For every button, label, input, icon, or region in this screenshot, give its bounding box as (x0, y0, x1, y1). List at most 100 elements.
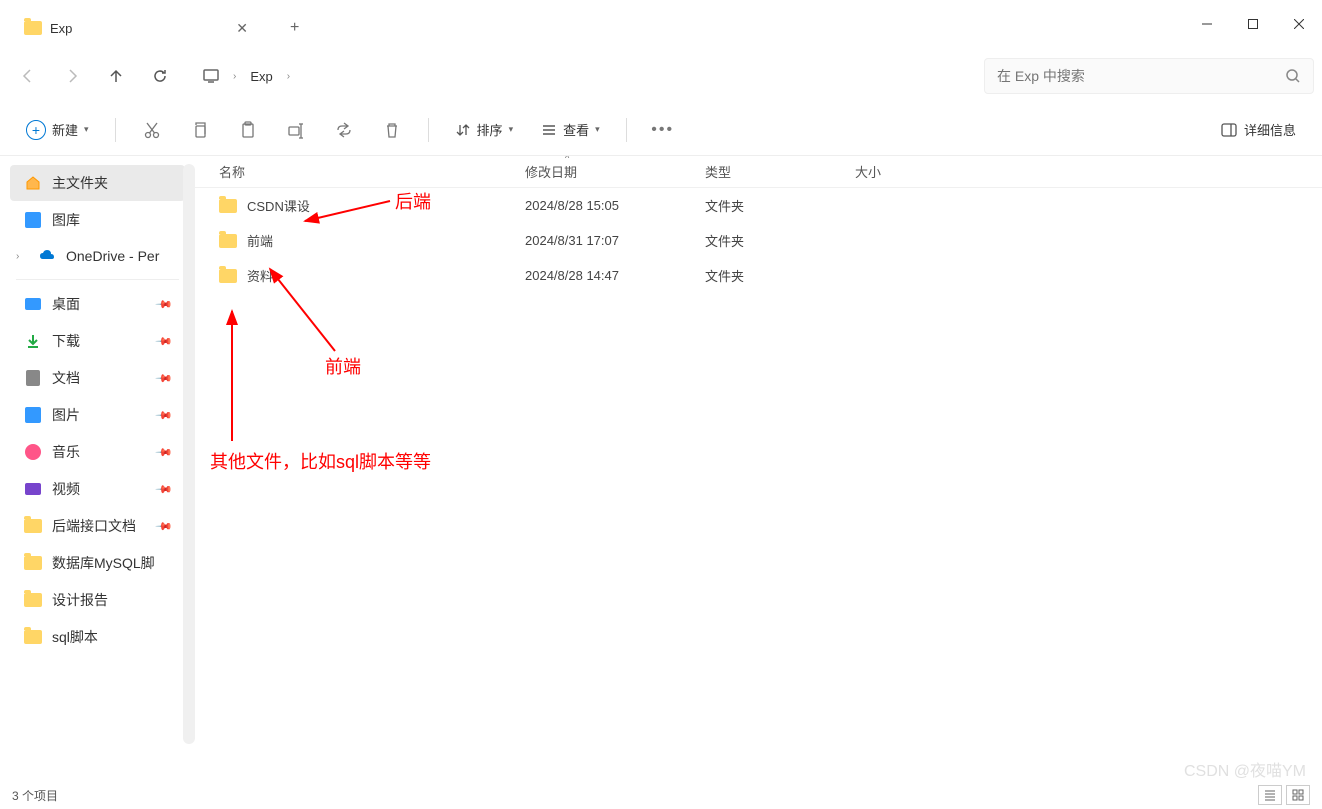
sidebar-label: 图片 (52, 405, 147, 425)
sidebar-item-documents[interactable]: 文档 📌 (10, 360, 185, 396)
chevron-right-icon[interactable]: › (229, 71, 240, 82)
share-button[interactable] (324, 112, 364, 148)
sidebar-item-folder4[interactable]: sql脚本 (10, 619, 185, 655)
sidebar-item-videos[interactable]: 视频 📌 (10, 471, 185, 507)
file-row[interactable]: 前端 2024/8/31 17:07 文件夹 (195, 223, 1322, 258)
file-row[interactable]: 资料 2024/8/28 14:47 文件夹 (195, 258, 1322, 293)
pin-icon: 📌 (155, 332, 174, 351)
chevron-right-icon[interactable]: › (283, 71, 294, 82)
maximize-button[interactable] (1230, 8, 1276, 40)
chevron-right-icon[interactable]: › (16, 251, 28, 262)
file-row[interactable]: CSDN课设 2024/8/28 15:05 文件夹 (195, 188, 1322, 223)
gallery-icon (24, 211, 42, 229)
minimize-button[interactable] (1184, 8, 1230, 40)
file-name: 前端 (247, 231, 273, 250)
sidebar-item-downloads[interactable]: 下载 📌 (10, 323, 185, 359)
sort-button[interactable]: 排序 ▾ (445, 114, 524, 145)
breadcrumb-item[interactable]: Exp (244, 65, 278, 88)
sidebar-item-gallery[interactable]: 图库 (10, 202, 185, 238)
sidebar-item-home[interactable]: 主文件夹 (10, 165, 185, 201)
file-date: 2024/8/28 15:05 (525, 198, 705, 213)
search-icon (1285, 68, 1301, 84)
column-date[interactable]: 修改日期 (525, 162, 705, 181)
sidebar-item-music[interactable]: 音乐 📌 (10, 434, 185, 470)
scrollbar[interactable] (183, 164, 195, 744)
sort-icon (455, 122, 471, 138)
folder-icon (219, 234, 237, 248)
grid-view-toggle[interactable] (1286, 785, 1310, 805)
up-button[interactable] (96, 56, 136, 96)
search-box[interactable] (984, 58, 1314, 94)
folder-icon (24, 554, 42, 572)
rename-button[interactable] (276, 112, 316, 148)
folder-icon (24, 517, 42, 535)
sidebar-label: 后端接口文档 (52, 516, 147, 536)
column-headers: 名称 修改日期 类型 大小 (195, 156, 1322, 188)
add-tab-button[interactable]: + (280, 13, 309, 43)
new-label: 新建 (52, 120, 78, 139)
sidebar-label: 桌面 (52, 294, 147, 314)
cut-button[interactable] (132, 112, 172, 148)
folder-icon (24, 591, 42, 609)
divider (115, 118, 116, 142)
details-icon (1220, 121, 1238, 139)
column-type[interactable]: 类型 (705, 162, 855, 181)
statusbar: 3 个项目 (0, 781, 1322, 809)
sidebar-label: 视频 (52, 479, 147, 499)
column-size[interactable]: 大小 (855, 162, 1322, 181)
pictures-icon (24, 406, 42, 424)
new-button[interactable]: + 新建 ▾ (16, 114, 99, 146)
file-type: 文件夹 (705, 196, 855, 215)
more-button[interactable]: ••• (643, 112, 683, 148)
arrow-icon (217, 306, 247, 446)
forward-button[interactable] (52, 56, 92, 96)
delete-button[interactable] (372, 112, 412, 148)
sidebar-item-folder2[interactable]: 数据库MySQL脚 (10, 545, 185, 581)
list-view-toggle[interactable] (1258, 785, 1282, 805)
pin-icon: 📌 (155, 443, 174, 462)
folder-icon (219, 269, 237, 283)
main-area: 主文件夹 图库 › OneDrive - Per 桌面 📌 下载 📌 (0, 156, 1322, 781)
sidebar-label: 音乐 (52, 442, 147, 462)
refresh-button[interactable] (140, 56, 180, 96)
sidebar-item-pictures[interactable]: 图片 📌 (10, 397, 185, 433)
navbar: › Exp › (0, 48, 1322, 104)
document-icon (24, 369, 42, 387)
back-button[interactable] (8, 56, 48, 96)
sidebar-item-folder1[interactable]: 后端接口文档 📌 (10, 508, 185, 544)
pin-icon: 📌 (155, 480, 174, 499)
tab-exp[interactable]: Exp ✕ (8, 10, 268, 46)
column-name[interactable]: 名称 (195, 162, 525, 181)
details-panel-button[interactable]: 详细信息 (1210, 114, 1306, 145)
sidebar-item-onedrive[interactable]: › OneDrive - Per (10, 239, 185, 273)
file-type: 文件夹 (705, 231, 855, 250)
folder-icon (24, 628, 42, 646)
search-input[interactable] (997, 68, 1285, 84)
folder-icon (24, 21, 42, 35)
details-label: 详细信息 (1244, 120, 1296, 139)
desktop-icon (24, 295, 42, 313)
sidebar-label: 下载 (52, 331, 147, 351)
sort-label: 排序 (477, 120, 503, 139)
annotation-frontend: 前端 (325, 353, 361, 379)
breadcrumb[interactable]: › Exp › (192, 58, 972, 94)
sidebar-item-folder3[interactable]: 设计报告 (10, 582, 185, 618)
titlebar: Exp ✕ + (0, 0, 1322, 48)
file-list: CSDN课设 2024/8/28 15:05 文件夹 前端 2024/8/31 … (195, 188, 1322, 293)
paste-button[interactable] (228, 112, 268, 148)
close-tab-icon[interactable]: ✕ (232, 18, 252, 39)
sidebar-label: 图库 (52, 210, 171, 230)
view-button[interactable]: 查看 ▾ (531, 114, 610, 145)
item-count: 3 个项目 (12, 787, 58, 804)
content-area: ^ 名称 修改日期 类型 大小 CSDN课设 2024/8/28 15:05 文… (195, 156, 1322, 781)
toolbar: + 新建 ▾ 排序 ▾ 查看 ▾ ••• 详细信息 (0, 104, 1322, 156)
sidebar-label: OneDrive - Per (66, 248, 171, 264)
pin-icon: 📌 (155, 517, 174, 536)
view-toggles (1258, 785, 1310, 805)
close-window-button[interactable] (1276, 8, 1322, 40)
chevron-down-icon: ▾ (509, 124, 514, 135)
sidebar-item-desktop[interactable]: 桌面 📌 (10, 286, 185, 322)
pin-icon: 📌 (155, 369, 174, 388)
copy-button[interactable] (180, 112, 220, 148)
file-type: 文件夹 (705, 266, 855, 285)
